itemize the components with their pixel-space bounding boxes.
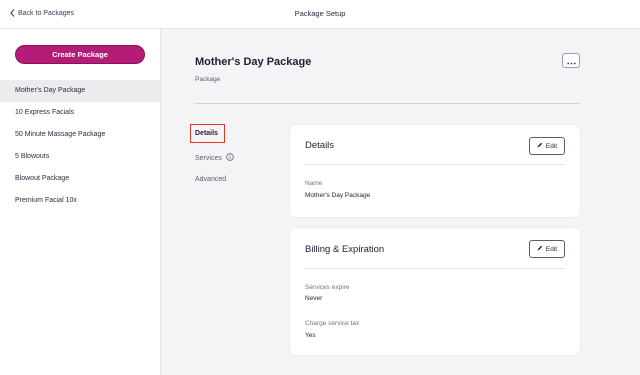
subnav-services-label: Services — [195, 154, 222, 162]
subnav-advanced[interactable]: Advanced — [195, 176, 226, 183]
top-bar: Back to Packages Package Setup — [0, 0, 640, 29]
sidebar-item-5-blowouts[interactable]: 5 Blowouts — [0, 146, 160, 168]
package-list: Mother's Day Package 10 Express Facials … — [0, 80, 160, 212]
subnav-services[interactable]: Services — [195, 153, 234, 163]
pencil-icon — [537, 245, 543, 253]
services-expire-label: Services expire — [305, 284, 350, 291]
page-title: Package Setup — [294, 9, 346, 18]
sidebar-item-premium-facial-10x[interactable]: Premium Facial 10x — [0, 190, 160, 212]
name-value: Mother's Day Package — [305, 192, 371, 199]
subnav-details-label: Details — [195, 130, 218, 137]
subnav-details[interactable]: Details — [190, 124, 225, 143]
sidebar-item-mothers-day-package[interactable]: Mother's Day Package — [0, 80, 160, 102]
details-card-divider — [305, 164, 565, 165]
info-icon — [226, 153, 234, 163]
sidebar-item-10-express-facials[interactable]: 10 Express Facials — [0, 102, 160, 124]
pencil-icon — [537, 142, 543, 150]
charge-service-tax-value: Yes — [305, 332, 316, 339]
billing-edit-button[interactable]: Edit — [529, 240, 565, 258]
sidebar-item-blowout-package[interactable]: Blowout Package — [0, 168, 160, 190]
billing-card: Billing & Expiration Edit Services expir… — [290, 228, 580, 355]
create-package-button[interactable]: Create Package — [15, 45, 145, 64]
sidebar-item-50-minute-massage-package[interactable]: 50 Minute Massage Package — [0, 124, 160, 146]
details-card-title: Details — [305, 140, 335, 151]
details-card: Details Edit Name Mother's Day Package — [290, 125, 580, 217]
more-options-button[interactable] — [562, 53, 580, 68]
package-title: Mother's Day Package — [195, 56, 312, 68]
details-edit-button[interactable]: Edit — [529, 137, 565, 155]
name-label: Name — [305, 180, 323, 187]
details-edit-label: Edit — [545, 142, 558, 150]
billing-card-title: Billing & Expiration — [305, 244, 385, 255]
charge-service-tax-label: Charge service tax — [305, 320, 360, 327]
services-expire-value: Never — [305, 295, 323, 302]
package-subtitle: Package — [195, 76, 221, 83]
billing-edit-label: Edit — [545, 245, 558, 253]
billing-card-divider — [305, 268, 565, 269]
header-divider — [195, 103, 580, 104]
sidebar: Create Package Mother's Day Package 10 E… — [0, 29, 161, 375]
more-horizontal-icon — [566, 53, 576, 68]
